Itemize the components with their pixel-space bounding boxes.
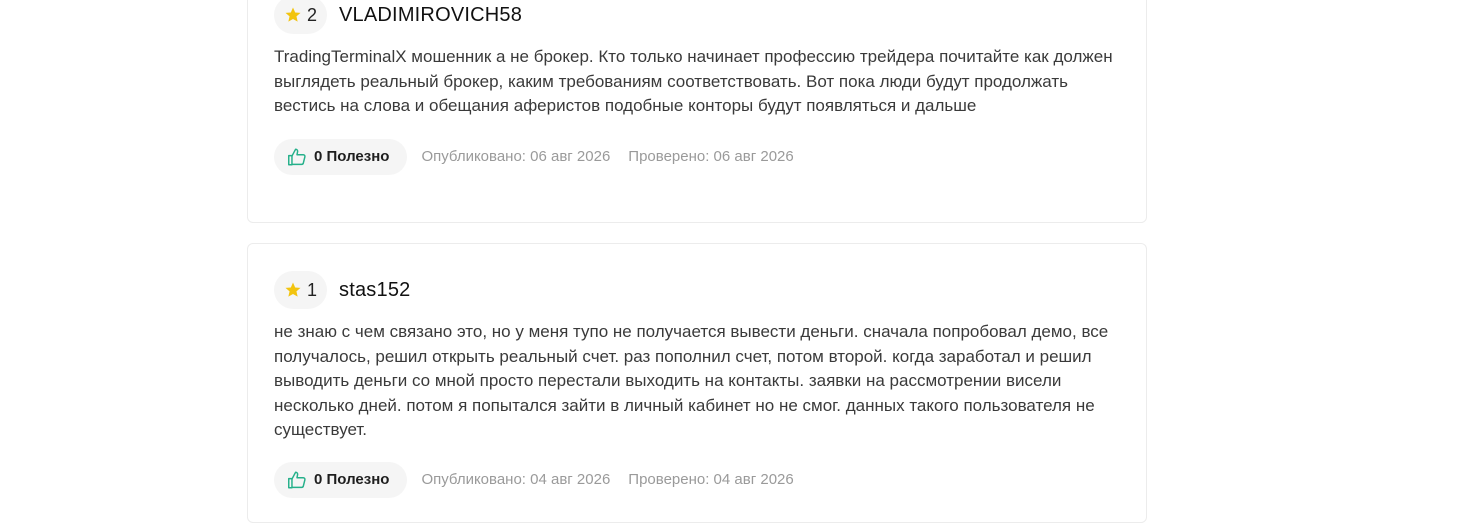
- review-author[interactable]: VLADIMIROVICH58: [339, 4, 522, 27]
- review-author[interactable]: stas152: [339, 279, 410, 302]
- review-header: 2 VLADIMIROVICH58: [274, 0, 1120, 35]
- rating-badge: 2: [274, 0, 328, 34]
- review-footer: 0 Полезно Опубликовано: 04 авг 2026 Пров…: [274, 461, 1120, 498]
- review-text: TradingTerminalX мошенник а не брокер. К…: [274, 47, 1113, 115]
- thumbs-up-icon: [288, 147, 306, 166]
- review-header: 1 stas152: [274, 270, 1120, 310]
- verified-date: Проверено: 06 авг 2026: [628, 148, 794, 165]
- helpful-button[interactable]: 0 Полезно: [274, 138, 408, 175]
- rating-value: 2: [307, 4, 318, 25]
- review-card: 1 stas152 не знаю с чем связано это, но …: [247, 243, 1147, 523]
- review-text: не знаю с чем связано это, но у меня туп…: [274, 322, 1109, 439]
- published-date: Опубликовано: 06 авг 2026: [421, 148, 611, 165]
- helpful-label: 0 Полезно: [314, 471, 390, 488]
- review-footer: 0 Полезно Опубликовано: 06 авг 2026 Пров…: [274, 138, 1120, 175]
- rating-badge: 1: [274, 271, 328, 309]
- review-card: 2 VLADIMIROVICH58 TradingTerminalX мошен…: [247, 0, 1147, 223]
- published-date: Опубликовано: 04 авг 2026: [421, 471, 611, 488]
- rating-value: 1: [307, 279, 318, 300]
- star-icon: [285, 282, 301, 297]
- helpful-button[interactable]: 0 Полезно: [274, 461, 408, 498]
- verified-date: Проверено: 04 авг 2026: [628, 471, 794, 488]
- thumbs-up-icon: [288, 470, 306, 489]
- star-icon: [285, 7, 301, 22]
- helpful-label: 0 Полезно: [314, 148, 390, 165]
